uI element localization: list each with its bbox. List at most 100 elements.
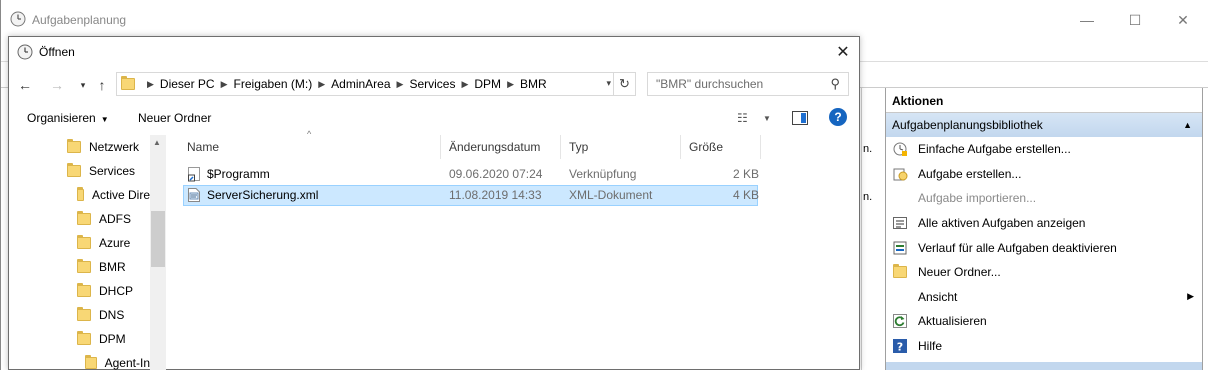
help-icon: ? xyxy=(892,338,908,354)
back-arrow-icon[interactable]: ← xyxy=(15,75,35,95)
history-icon xyxy=(892,240,908,256)
column-header-date[interactable]: Änderungsdatum xyxy=(441,135,561,159)
window-title: Aufgabenplanung xyxy=(32,13,127,27)
chevron-right-icon[interactable]: ▶ xyxy=(147,79,154,90)
scroll-up-icon[interactable]: ▲ xyxy=(153,138,161,147)
actions-next-group[interactable] xyxy=(886,362,1202,370)
svg-text:?: ? xyxy=(897,341,903,354)
dropdown-caret-icon: ▼ xyxy=(100,115,109,124)
column-header-size[interactable]: Größe xyxy=(681,135,761,159)
preview-pane-icon[interactable] xyxy=(792,111,808,128)
folder-icon xyxy=(77,283,91,297)
recent-locations-chevron-icon[interactable]: ▾ xyxy=(73,75,93,95)
file-row[interactable]: $Programm 09.06.2020 07:24 Verknüpfung 2… xyxy=(183,164,760,185)
action-create-basic-task[interactable]: Einfache Aufgabe erstellen... xyxy=(886,137,1202,162)
file-row-selected[interactable]: ServerSicherung.xml 11.08.2019 14:33 XML… xyxy=(183,185,760,206)
breadcrumb-services[interactable]: Services xyxy=(409,77,455,91)
tree-item-active-directory[interactable]: Active Dire xyxy=(77,183,150,207)
forward-arrow-icon[interactable]: → xyxy=(47,75,67,95)
close-window-button[interactable]: ✕ xyxy=(1161,6,1205,34)
list-icon xyxy=(892,215,908,231)
chevron-right-icon[interactable]: ▶ xyxy=(507,79,514,90)
action-help[interactable]: ? Hilfe xyxy=(886,334,1202,359)
folder-icon xyxy=(77,211,91,225)
file-type: Verknüpfung xyxy=(569,167,637,181)
blank-icon xyxy=(892,190,908,206)
view-options-icon[interactable]: ☷ xyxy=(737,111,748,125)
action-import-task[interactable]: Aufgabe importieren... xyxy=(886,186,1202,211)
folder-icon xyxy=(67,139,81,153)
action-create-task[interactable]: Aufgabe erstellen... xyxy=(886,162,1202,187)
refresh-icon xyxy=(892,313,908,329)
tree-item-dns[interactable]: DNS xyxy=(77,303,124,327)
chevron-right-icon[interactable]: ▶ xyxy=(221,79,228,90)
file-size: 2 KB xyxy=(733,167,760,181)
search-icon[interactable]: ⚲ xyxy=(830,76,840,92)
search-input[interactable]: "BMR" durchsuchen ⚲ xyxy=(647,72,849,96)
dialog-title: Öffnen xyxy=(39,45,75,59)
dialog-close-button[interactable]: ✕ xyxy=(829,38,857,66)
tree-scrollbar[interactable]: ▲ xyxy=(150,135,166,370)
action-new-folder[interactable]: Neuer Ordner... xyxy=(886,260,1202,285)
collapse-icon[interactable]: ▲ xyxy=(1183,120,1192,130)
action-refresh[interactable]: Aktualisieren xyxy=(886,309,1202,334)
tree-item-network[interactable]: Netzwerk xyxy=(67,135,139,159)
help-button[interactable]: ? xyxy=(829,108,847,126)
file-type: XML-Dokument xyxy=(569,188,653,202)
column-header-type[interactable]: Typ xyxy=(561,135,681,159)
file-date: 09.06.2020 07:24 xyxy=(449,167,543,181)
file-date: 11.08.2019 14:33 xyxy=(449,188,542,202)
tree-item-services[interactable]: Services xyxy=(67,159,135,183)
task-icon xyxy=(892,166,908,182)
task-scheduler-titlebar: Aufgabenplanung — ☐ ✕ xyxy=(1,0,1208,40)
view-dropdown-icon[interactable]: ▼ xyxy=(763,114,771,123)
submenu-arrow-icon: ▶ xyxy=(1187,291,1194,302)
action-disable-history[interactable]: Verlauf für alle Aufgaben deaktivieren xyxy=(886,235,1202,260)
scrollbar-thumb[interactable] xyxy=(151,211,165,267)
shortcut-icon xyxy=(187,166,201,185)
truncated-text: n. xyxy=(863,191,873,203)
up-arrow-icon[interactable]: ↑ xyxy=(92,75,112,95)
organize-button[interactable]: Organisieren ▼ xyxy=(27,111,109,125)
column-header-name[interactable]: Name xyxy=(179,135,441,159)
file-size: 4 KB xyxy=(733,188,760,202)
truncated-text: n. xyxy=(863,143,873,155)
folder-icon xyxy=(77,259,91,273)
refresh-icon[interactable]: ↻ xyxy=(613,73,635,95)
tree-item-dhcp[interactable]: DHCP xyxy=(77,279,133,303)
breadcrumb-dpm[interactable]: DPM xyxy=(474,77,501,91)
folder-icon xyxy=(77,331,91,345)
new-folder-button[interactable]: Neuer Ordner xyxy=(138,111,211,125)
breadcrumb-bmr[interactable]: BMR xyxy=(520,77,547,91)
file-list: ^ Name Änderungsdatum Typ Größe $Program… xyxy=(179,129,779,370)
action-show-running-tasks[interactable]: Alle aktiven Aufgaben anzeigen xyxy=(886,211,1202,236)
navigation-tree: Netzwerk Services Active Dire ADFS Azure… xyxy=(9,135,166,370)
maximize-button[interactable]: ☐ xyxy=(1113,6,1157,34)
actions-header: Aktionen xyxy=(886,88,1202,113)
chevron-right-icon[interactable]: ▶ xyxy=(397,79,404,90)
folder-icon xyxy=(121,76,135,90)
tree-item-adfs[interactable]: ADFS xyxy=(77,207,131,231)
chevron-right-icon[interactable]: ▶ xyxy=(318,79,325,90)
breadcrumb-drive[interactable]: Freigaben (M:) xyxy=(234,77,313,91)
task-list-edge xyxy=(861,88,885,370)
navigation-bar: ← → ▾ ↑ ▶ Dieser PC ▶ Freigaben (M:) ▶ A… xyxy=(9,71,859,99)
actions-panel: Aktionen Aufgabenplanungsbibliothek ▲ Ei… xyxy=(885,88,1203,370)
folder-icon xyxy=(77,187,84,201)
folder-icon xyxy=(77,235,91,249)
minimize-button[interactable]: — xyxy=(1065,6,1109,34)
address-bar[interactable]: ▶ Dieser PC ▶ Freigaben (M:) ▶ AdminArea… xyxy=(116,72,636,96)
chevron-right-icon[interactable]: ▶ xyxy=(461,79,468,90)
action-view[interactable]: Ansicht ▶ xyxy=(886,285,1202,310)
tree-item-azure[interactable]: Azure xyxy=(77,231,130,255)
tree-item-bmr[interactable]: BMR xyxy=(77,255,126,279)
breadcrumb-adminarea[interactable]: AdminArea xyxy=(331,77,390,91)
actions-group-library[interactable]: Aufgabenplanungsbibliothek ▲ xyxy=(886,113,1202,137)
breadcrumb-this-pc[interactable]: Dieser PC xyxy=(160,77,215,91)
folder-icon xyxy=(85,355,97,369)
tree-item-dpm[interactable]: DPM xyxy=(77,327,126,351)
address-dropdown-icon[interactable]: ▾ xyxy=(606,78,611,89)
command-bar: Organisieren ▼ Neuer Ordner ☷ ▼ ? xyxy=(9,103,859,133)
clock-icon xyxy=(17,44,33,60)
tree-item-agent-installer[interactable]: Agent-In xyxy=(85,351,150,370)
